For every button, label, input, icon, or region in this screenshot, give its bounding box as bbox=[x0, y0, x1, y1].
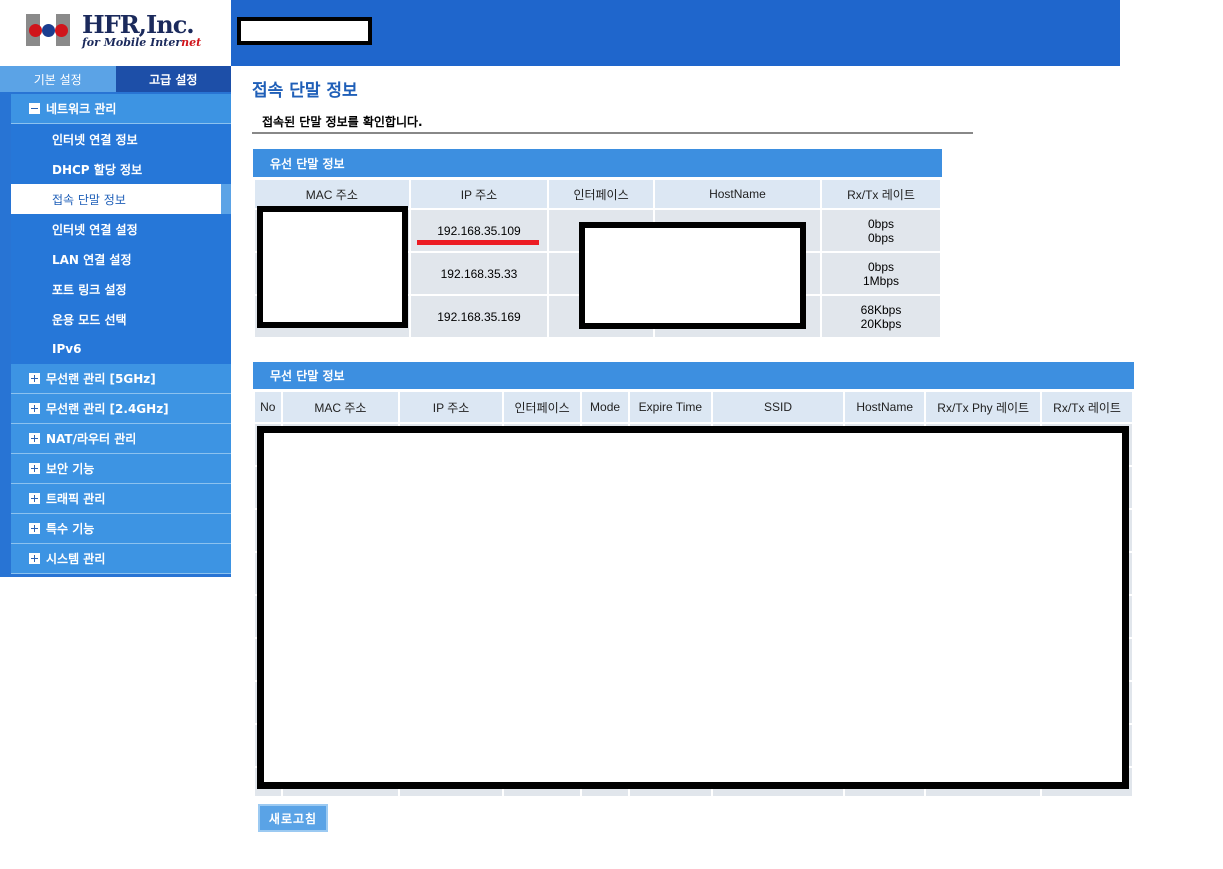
collapse-icon bbox=[29, 103, 40, 114]
column-header: HostName bbox=[843, 390, 927, 424]
column-header: MAC 주소 bbox=[280, 390, 401, 424]
page-description: 접속된 단말 정보를 확인합니다. bbox=[252, 110, 973, 134]
sidebar-item-wlan-5ghz[interactable]: 무선랜 관리 [5GHz] bbox=[11, 364, 231, 394]
tab-advanced-settings[interactable]: 고급 설정 bbox=[115, 66, 231, 92]
page-title: 접속 단말 정보 bbox=[252, 81, 358, 101]
sidebar-item-dhcp-info[interactable]: DHCP 할당 정보 bbox=[11, 154, 231, 184]
sidebar-item-label: 특수 기능 bbox=[46, 522, 95, 536]
column-header: 인터페이스 bbox=[501, 390, 583, 424]
redacted-box bbox=[579, 222, 806, 329]
sidebar-item-system[interactable]: 시스템 관리 bbox=[11, 544, 231, 574]
expand-icon bbox=[29, 463, 40, 474]
column-header: IP 주소 bbox=[408, 178, 550, 210]
column-header: Mode bbox=[580, 390, 630, 424]
sidebar-item-label: DHCP 할당 정보 bbox=[52, 162, 143, 177]
expand-icon bbox=[29, 523, 40, 534]
wired-section-heading: 유선 단말 정보 bbox=[253, 149, 942, 177]
sidebar-item-nat-router[interactable]: NAT/라우터 관리 bbox=[11, 424, 231, 454]
sidebar-item-label: 인터넷 연결 설정 bbox=[52, 222, 138, 237]
sidebar-item-label: 무선랜 관리 [2.4GHz] bbox=[46, 402, 169, 416]
sidebar-item-label: 접속 단말 정보 bbox=[52, 192, 126, 207]
sidebar-item-port-link[interactable]: 포트 링크 설정 bbox=[11, 274, 231, 304]
sidebar-item-label: 트래픽 관리 bbox=[46, 492, 106, 506]
expand-icon bbox=[29, 403, 40, 414]
sidebar-item-label: 무선랜 관리 [5GHz] bbox=[46, 372, 156, 386]
sidebar-item-label: 운용 모드 선택 bbox=[52, 312, 127, 327]
expand-icon bbox=[29, 433, 40, 444]
refresh-button[interactable]: 새로고침 bbox=[258, 804, 328, 832]
sidebar-item-label: IPv6 bbox=[52, 342, 82, 356]
column-header: No bbox=[253, 390, 283, 424]
column-header: MAC 주소 bbox=[253, 178, 411, 210]
sidebar-item-wlan-24ghz[interactable]: 무선랜 관리 [2.4GHz] bbox=[11, 394, 231, 424]
sidebar-item-traffic[interactable]: 트래픽 관리 bbox=[11, 484, 231, 514]
column-header: HostName bbox=[652, 178, 822, 210]
ip-cell: 192.168.35.169 bbox=[408, 294, 550, 339]
column-header: Rx/Tx 레이트 bbox=[1040, 390, 1134, 424]
expand-icon bbox=[29, 373, 40, 384]
sidebar-item-connected-devices[interactable]: 접속 단말 정보 bbox=[11, 184, 231, 214]
redacted-box bbox=[257, 426, 1129, 789]
sidebar-item-label: 보안 기능 bbox=[46, 462, 95, 476]
sidebar-menu: 네트워크 관리 인터넷 연결 정보 DHCP 할당 정보 접속 단말 정보 인터… bbox=[11, 94, 231, 574]
brand-tagline: for Mobile Internet bbox=[82, 36, 202, 49]
sidebar-item-internet-info[interactable]: 인터넷 연결 정보 bbox=[11, 124, 231, 154]
sidebar: 기본 설정 고급 설정 네트워크 관리 인터넷 연결 정보 DHCP 할당 정보… bbox=[0, 66, 231, 577]
sidebar-item-label: 인터넷 연결 정보 bbox=[52, 132, 138, 147]
ip-cell: 192.168.35.109 bbox=[408, 208, 550, 253]
redacted-box bbox=[237, 17, 372, 45]
sidebar-item-security[interactable]: 보안 기능 bbox=[11, 454, 231, 484]
brand-name: HFR,Inc. bbox=[82, 10, 195, 39]
ip-cell: 192.168.35.33 bbox=[408, 251, 550, 296]
column-header: SSID bbox=[710, 390, 846, 424]
top-banner bbox=[231, 0, 1120, 66]
wireless-section-heading: 무선 단말 정보 bbox=[253, 362, 1134, 389]
column-header: 인터페이스 bbox=[547, 178, 655, 210]
sidebar-item-label: 네트워크 관리 bbox=[46, 102, 117, 116]
column-header: Rx/Tx Phy 레이트 bbox=[924, 390, 1043, 424]
sidebar-item-network[interactable]: 네트워크 관리 bbox=[11, 94, 231, 124]
sidebar-item-label: 포트 링크 설정 bbox=[52, 282, 127, 297]
sidebar-item-special[interactable]: 특수 기능 bbox=[11, 514, 231, 544]
rate-cell: 68Kbps 20Kbps bbox=[819, 294, 943, 339]
column-header: Expire Time bbox=[627, 390, 713, 424]
sidebar-item-lan-settings[interactable]: LAN 연결 설정 bbox=[11, 244, 231, 274]
tab-basic-settings[interactable]: 기본 설정 bbox=[0, 66, 116, 92]
sidebar-item-label: NAT/라우터 관리 bbox=[46, 432, 137, 446]
redacted-box bbox=[257, 206, 408, 328]
sidebar-item-label: LAN 연결 설정 bbox=[52, 252, 132, 267]
column-header: IP 주소 bbox=[398, 390, 504, 424]
logo: HFR,Inc. for Mobile Internet bbox=[0, 0, 231, 66]
sidebar-item-operation-mode[interactable]: 운용 모드 선택 bbox=[11, 304, 231, 334]
hfr-logo-icon bbox=[26, 14, 72, 48]
column-header: Rx/Tx 레이트 bbox=[819, 178, 943, 210]
rate-cell: 0bps 0bps bbox=[819, 208, 943, 253]
expand-icon bbox=[29, 553, 40, 564]
highlight-underline bbox=[417, 240, 539, 245]
expand-icon bbox=[29, 493, 40, 504]
sidebar-tabs: 기본 설정 고급 설정 bbox=[0, 66, 231, 92]
sidebar-item-internet-settings[interactable]: 인터넷 연결 설정 bbox=[11, 214, 231, 244]
sidebar-item-label: 시스템 관리 bbox=[46, 552, 106, 566]
rate-cell: 0bps 1Mbps bbox=[819, 251, 943, 296]
sidebar-item-ipv6[interactable]: IPv6 bbox=[11, 334, 231, 364]
